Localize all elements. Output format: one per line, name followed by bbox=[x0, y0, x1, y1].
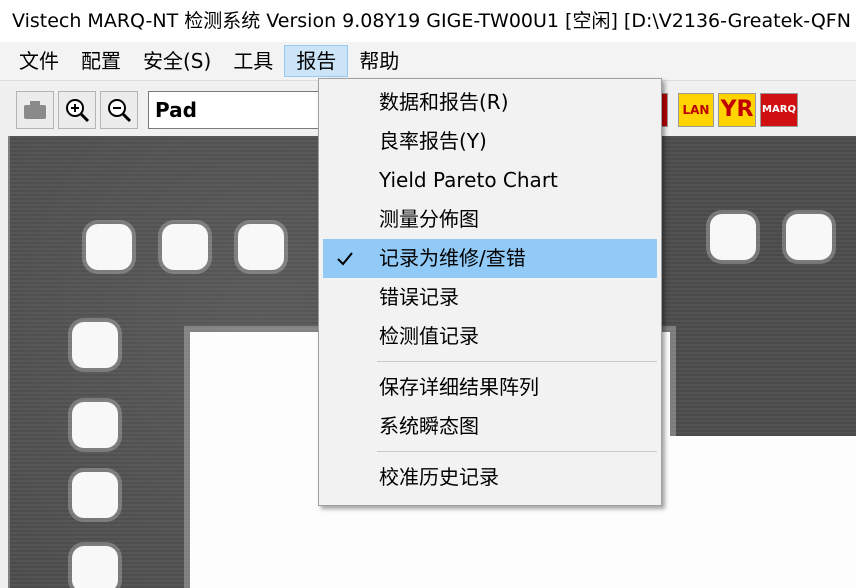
menu-separator bbox=[319, 446, 661, 458]
menu-save-detailed-results[interactable]: 保存详细结果阵列 bbox=[319, 368, 661, 407]
menu-yield-report[interactable]: 良率报告(Y) bbox=[319, 122, 661, 161]
menu-system-transient-chart[interactable]: 系统瞬态图 bbox=[319, 407, 661, 446]
menu-help[interactable]: 帮助 bbox=[348, 45, 410, 77]
camera-icon bbox=[24, 101, 46, 119]
menu-log-for-debug-label: 记录为维修/查错 bbox=[379, 246, 526, 270]
pad bbox=[710, 214, 756, 260]
menu-file[interactable]: 文件 bbox=[8, 45, 70, 77]
pad bbox=[72, 472, 118, 518]
inspection-type-combo[interactable]: Pad bbox=[148, 91, 320, 129]
yield-report-icon[interactable]: YR bbox=[718, 93, 756, 127]
menu-security[interactable]: 安全(S) bbox=[132, 45, 222, 77]
zoom-in-button[interactable] bbox=[58, 91, 96, 129]
die-paddle bbox=[660, 436, 856, 588]
pad bbox=[238, 224, 284, 270]
menu-tools[interactable]: 工具 bbox=[222, 45, 284, 77]
menu-data-and-report[interactable]: 数据和报告(R) bbox=[319, 83, 661, 122]
pad bbox=[162, 224, 208, 270]
checkmark-icon bbox=[335, 239, 359, 278]
zoom-out-button[interactable] bbox=[100, 91, 138, 129]
report-dropdown-menu: 数据和报告(R) 良率报告(Y) Yield Pareto Chart 测量分佈… bbox=[318, 78, 662, 506]
pad bbox=[786, 214, 832, 260]
menu-yield-pareto-chart[interactable]: Yield Pareto Chart bbox=[319, 161, 661, 200]
menu-inspection-value-log[interactable]: 检测值记录 bbox=[319, 317, 661, 356]
marq-logo-icon[interactable]: MARQ bbox=[760, 93, 798, 127]
window-title: Vistech MARQ-NT 检测系统 Version 9.08Y19 GIG… bbox=[0, 0, 856, 42]
pad bbox=[86, 224, 132, 270]
zoom-in-icon bbox=[66, 99, 90, 123]
menu-log-for-debug[interactable]: 记录为维修/查错 bbox=[323, 239, 657, 278]
menu-config[interactable]: 配置 bbox=[70, 45, 132, 77]
menu-bar: 文件 配置 安全(S) 工具 报告 帮助 bbox=[0, 42, 856, 80]
zoom-out-icon bbox=[108, 99, 132, 123]
menu-measurement-distribution[interactable]: 测量分佈图 bbox=[319, 200, 661, 239]
menu-separator bbox=[319, 356, 661, 368]
pad bbox=[72, 322, 118, 368]
menu-calibration-history[interactable]: 校准历史记录 bbox=[319, 458, 661, 497]
pad bbox=[72, 402, 118, 448]
lan-icon[interactable]: LAN bbox=[678, 93, 714, 127]
menu-error-log[interactable]: 错误记录 bbox=[319, 278, 661, 317]
menu-report[interactable]: 报告 bbox=[284, 45, 349, 77]
pad bbox=[72, 546, 118, 588]
camera-button[interactable] bbox=[16, 91, 54, 129]
